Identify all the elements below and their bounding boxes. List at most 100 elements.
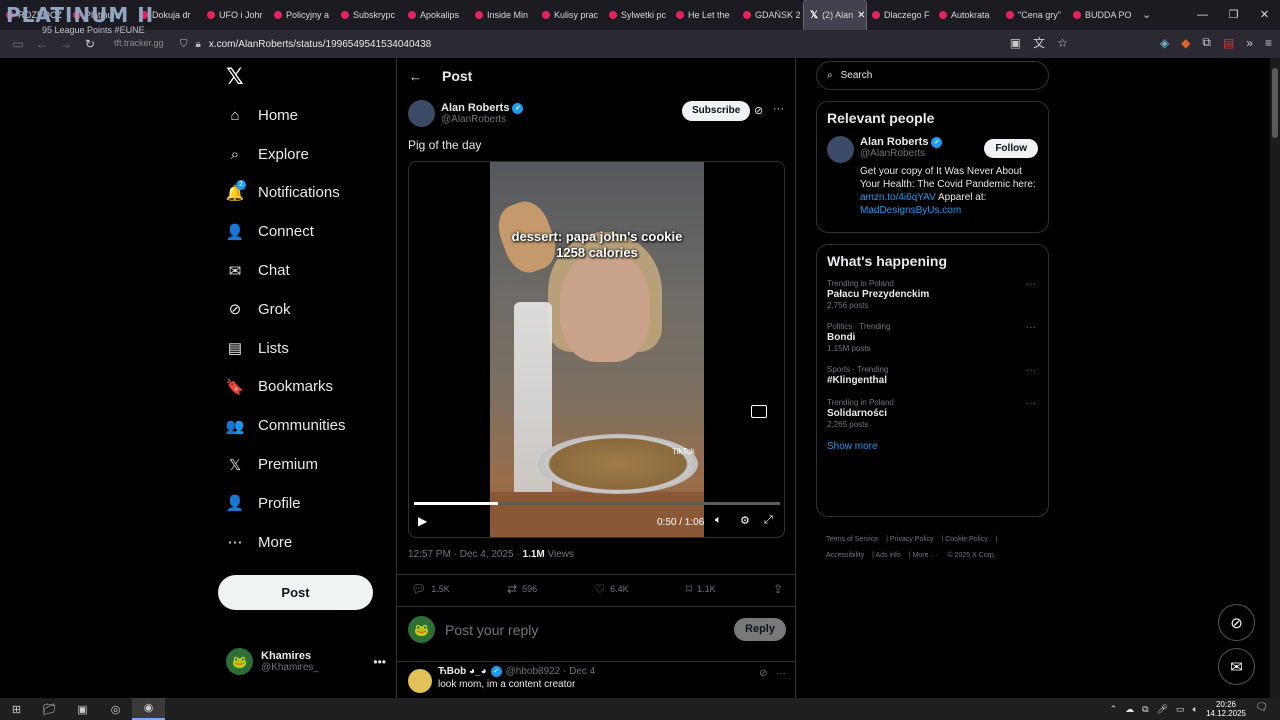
play-icon[interactable]: ▶: [418, 514, 427, 528]
footer-link[interactable]: Terms of Service: [826, 536, 878, 543]
start-windows-icon[interactable]: ⊞: [0, 703, 33, 716]
post-timestamp[interactable]: 12:57 PM · Dec 4, 2025 ·: [408, 549, 523, 560]
trend-item[interactable]: Trending in Poland Pałacu Prezydenckim 2…: [827, 279, 1038, 310]
person-handle[interactable]: @AlanRoberts: [860, 148, 942, 159]
extension-shield-icon[interactable]: ◈: [1160, 36, 1169, 50]
grok-fab-button[interactable]: ⊘: [1218, 604, 1255, 641]
grok-icon[interactable]: ⊘: [754, 104, 763, 117]
browser-tab-active[interactable]: 𝕏 (2) Alan ✕: [803, 0, 867, 31]
sidebar-item-connect[interactable]: 👤 Connect: [218, 212, 346, 251]
bookmark-action[interactable]: ⌑ 1.1K: [686, 582, 716, 596]
network-icon[interactable]: ⧉: [1142, 704, 1148, 715]
browser-tab[interactable]: Policyjny a: [268, 0, 335, 30]
person-avatar[interactable]: [827, 136, 854, 163]
trend-more-icon[interactable]: ···: [1026, 398, 1036, 409]
browser-tab[interactable]: Subskrypc: [335, 0, 402, 30]
speaker-icon[interactable]: 🔈︎: [1193, 704, 1198, 715]
search-input[interactable]: ⌕ Search: [816, 61, 1049, 90]
reader-view-icon[interactable]: ▣: [1010, 36, 1021, 50]
tray-cloud-icon[interactable]: ☁: [1125, 704, 1134, 715]
browser-tab[interactable]: GDAŃSK 2: [737, 0, 804, 30]
video-progress-bar[interactable]: [414, 502, 780, 505]
trend-item[interactable]: Sports · Trending #Klingenthal ···: [827, 365, 1038, 386]
sidebar-item-notifications[interactable]: 🔔 2 Notifications: [218, 174, 346, 213]
follow-button[interactable]: Follow: [984, 139, 1038, 158]
grok-icon[interactable]: ⊘: [759, 668, 767, 679]
picture-in-picture-icon[interactable]: [751, 405, 767, 418]
back-arrow-icon[interactable]: ←: [409, 69, 422, 84]
browser-tab[interactable]: Apokalips: [402, 0, 469, 30]
x-logo-icon[interactable]: 𝕏: [226, 65, 244, 90]
scrollbar-thumb[interactable]: [1272, 68, 1278, 138]
sidebar-item-more[interactable]: ⋯ More: [218, 523, 346, 562]
browser-tab[interactable]: Sylwetki pc: [603, 0, 670, 30]
footer-link[interactable]: Privacy Policy: [890, 536, 934, 543]
sidebar-item-explore[interactable]: ⌕ Explore: [218, 135, 346, 174]
repost-action[interactable]: ⇄ 596: [507, 582, 537, 596]
address-bar[interactable]: ⛉ 🔒︎ x.com/AlanRoberts/status/1996549541…: [180, 34, 431, 54]
app-icon[interactable]: ▣: [66, 703, 99, 716]
bio-link-website[interactable]: MadDesignsByUs.com: [860, 205, 961, 216]
restore-button[interactable]: ❐: [1218, 0, 1249, 30]
sidebar-item-bookmarks[interactable]: 🔖 Bookmarks: [218, 368, 346, 407]
sidebar-item-lists[interactable]: ▤ Lists: [218, 329, 346, 368]
minimize-button[interactable]: —: [1187, 0, 1218, 30]
footer-link[interactable]: More ···: [913, 552, 938, 559]
reply-post[interactable]: ЋBob ◕_◕ ✓ @hbob8922 · Dec 4 look mom, i…: [408, 666, 786, 693]
sidebar-item-profile[interactable]: 👤 Profile: [218, 484, 346, 523]
firefox-icon[interactable]: ◉: [132, 698, 165, 720]
video-frame[interactable]: [490, 162, 704, 537]
url-text[interactable]: x.com/AlanRoberts/status/199654954153404…: [209, 39, 431, 50]
post-button[interactable]: Post: [218, 575, 373, 610]
footer-link[interactable]: Accessibility: [826, 552, 864, 559]
translate-icon[interactable]: 文: [1033, 34, 1045, 51]
browser-tab[interactable]: Kulisy prac: [536, 0, 603, 30]
shield-icon[interactable]: ⛉: [180, 39, 188, 50]
author-avatar[interactable]: [408, 100, 435, 127]
person-name[interactable]: Alan Roberts: [860, 136, 928, 148]
close-window-button[interactable]: ✕: [1249, 0, 1280, 30]
account-switcher[interactable]: 🐸 Khamires @Khamires_ •••: [226, 648, 386, 675]
reply-button[interactable]: Reply: [734, 618, 786, 641]
microphone-icon[interactable]: 🎤︎: [1157, 704, 1168, 715]
share-action[interactable]: ⇪: [773, 582, 783, 596]
notification-center-icon[interactable]: 🗨︎: [1255, 702, 1268, 713]
reply-input[interactable]: Post your reply: [445, 622, 538, 638]
author-handle[interactable]: @AlanRoberts: [441, 114, 523, 125]
trend-item[interactable]: Politics · Trending Bondi 1.15M posts ··…: [827, 322, 1038, 353]
relevant-person[interactable]: Alan Roberts ✓ @AlanRoberts Follow: [827, 136, 1038, 163]
more-dots-icon[interactable]: ···: [773, 103, 784, 115]
lock-icon[interactable]: 🔒︎: [196, 39, 201, 50]
menu-icon[interactable]: ≡: [1265, 36, 1272, 50]
extensions-icon[interactable]: ⧉: [1202, 35, 1211, 50]
show-more-link[interactable]: Show more: [827, 441, 1038, 452]
system-clock[interactable]: 20:26 14.12.2025: [1206, 700, 1246, 718]
tab-list-chevron-icon[interactable]: ⌄: [1142, 8, 1151, 21]
page-scrollbar[interactable]: [1270, 58, 1280, 698]
extension-badge-icon[interactable]: ▤: [1223, 36, 1234, 50]
like-action[interactable]: ♡ 6.4K: [594, 582, 628, 596]
browser-tab[interactable]: Dlaczego F: [866, 0, 933, 30]
extension-fox-icon[interactable]: ◆: [1181, 36, 1190, 50]
post-author[interactable]: Alan Roberts ✓ @AlanRoberts: [408, 100, 524, 127]
reply-author-handle[interactable]: @hbob8922 · Dec 4: [506, 666, 596, 677]
tray-chevron-icon[interactable]: ⌃: [1110, 704, 1118, 715]
browser-tab[interactable]: UFO i Johr: [201, 0, 268, 30]
bio-link-amazon[interactable]: amzn.to/4i6qYAV: [860, 192, 936, 203]
messages-fab-button[interactable]: ✉: [1218, 648, 1255, 685]
browser-tab[interactable]: He Let the: [670, 0, 737, 30]
close-tab-icon[interactable]: ✕: [857, 10, 865, 21]
trend-more-icon[interactable]: ···: [1026, 322, 1036, 333]
sidebar-item-grok[interactable]: ⊘ Grok: [218, 290, 346, 329]
trend-more-icon[interactable]: ···: [1026, 279, 1036, 290]
subscribe-button[interactable]: Subscribe: [682, 101, 751, 121]
author-name[interactable]: Alan Roberts: [441, 102, 509, 114]
footer-link[interactable]: Cookie Policy: [945, 536, 987, 543]
bookmark-star-icon[interactable]: ☆: [1057, 36, 1068, 50]
reply-author-name[interactable]: ЋBob ◕_◕: [438, 666, 487, 677]
sidebar-item-home[interactable]: ⌂ Home: [218, 96, 346, 135]
sidebar-item-premium[interactable]: 𝕏 Premium: [218, 445, 346, 484]
reply-avatar[interactable]: [408, 669, 432, 693]
reply-action[interactable]: 💬︎ 1.5K: [411, 582, 450, 596]
browser-tab[interactable]: Autokrata: [933, 0, 1000, 30]
